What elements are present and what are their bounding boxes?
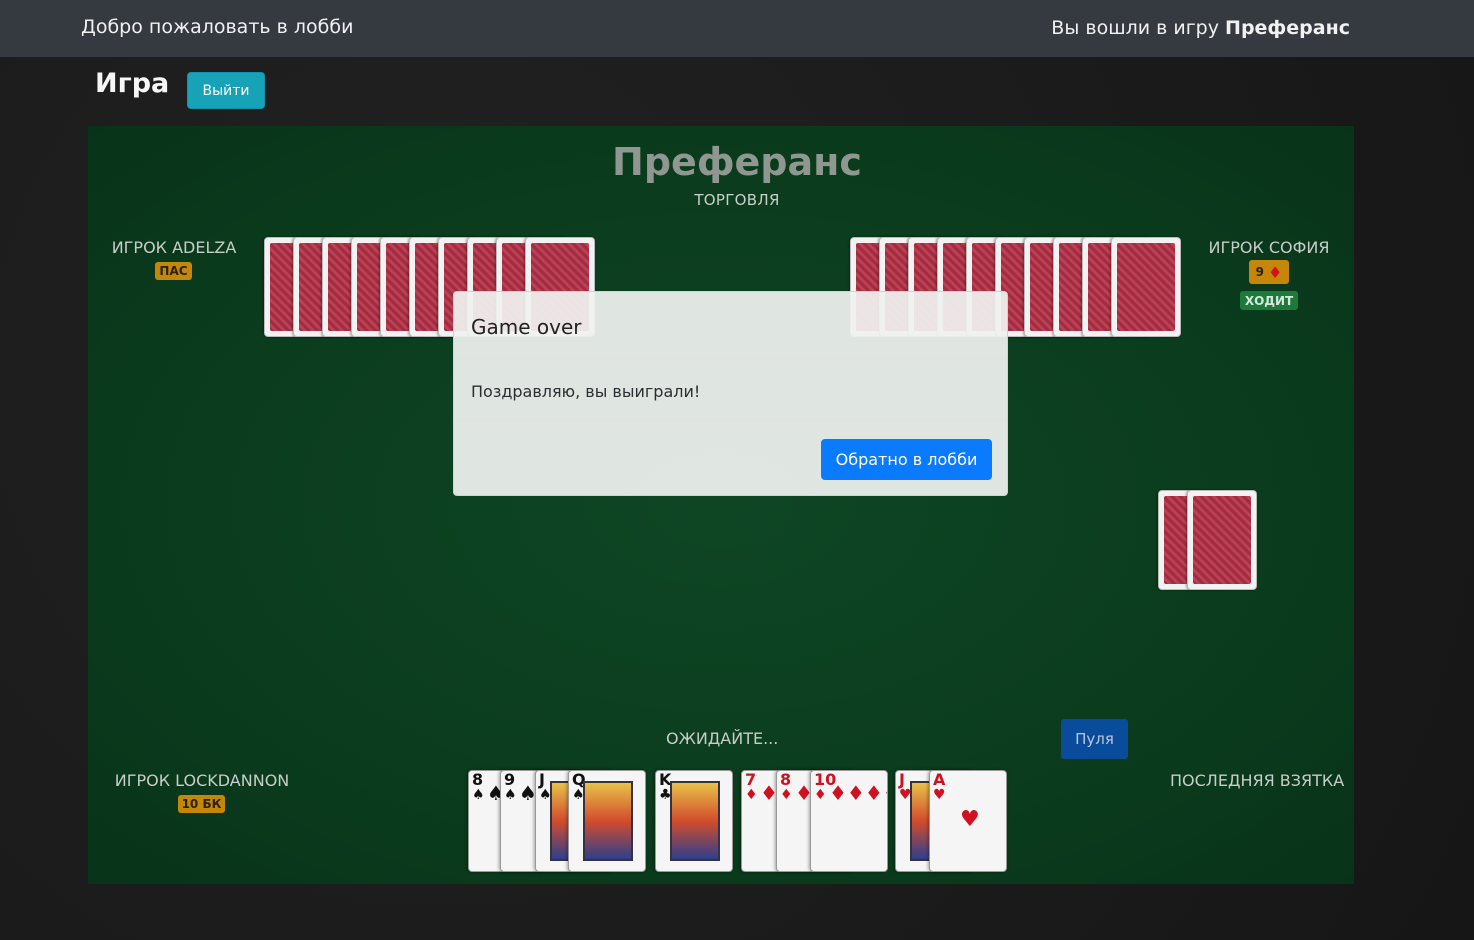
card-pips-icon: ♥	[960, 807, 980, 832]
player-left-bid-badge: ПАС	[155, 262, 192, 280]
top-navbar: Добро пожаловать в лобби Вы вошли в игру…	[0, 0, 1474, 57]
back-to-lobby-button[interactable]: Обратно в лобби	[821, 439, 992, 480]
page-title: Игра	[95, 68, 170, 99]
welcome-text: Добро пожаловать в лобби	[81, 16, 354, 38]
card-rank: 7	[745, 770, 757, 789]
game-title: Преферанс	[612, 140, 862, 184]
bid-number: 9	[1255, 265, 1264, 279]
card-suit-icon: ♦	[780, 787, 793, 803]
joined-prefix: Вы вошли в игру	[1051, 17, 1219, 39]
card-back	[1111, 237, 1181, 337]
game-over-modal: Game over Поздравляю, вы выиграли! Обрат…	[453, 291, 1008, 496]
player-name-left: ИГРОК ADELZA	[111, 238, 237, 257]
card-suit-icon: ♠	[504, 787, 517, 803]
last-trick-label: ПОСЛЕДНЯЯ ВЗЯТКА	[1170, 771, 1345, 790]
joined-game-name: Преферанс	[1225, 17, 1350, 39]
game-phase: ТОРГОВЛЯ	[694, 191, 780, 209]
card-rank: 9	[504, 770, 516, 789]
modal-divider	[454, 358, 1007, 359]
hand-card[interactable]: A ♥ ♥	[929, 770, 1007, 872]
modal-message: Поздравляю, вы выиграли!	[471, 382, 701, 401]
hand-card[interactable]: Q ♠	[568, 770, 646, 872]
modal-title: Game over	[471, 315, 582, 339]
card-suit-icon: ♥	[933, 787, 946, 803]
modal-divider	[454, 420, 1007, 421]
court-card-art	[583, 781, 633, 861]
player-name-right: ИГРОК СОФИЯ	[1208, 238, 1330, 257]
card-rank: J	[899, 770, 905, 789]
player-name-bottom: ИГРОК LOCKDANNON	[114, 771, 290, 790]
player-right-bid-badge: 9 ♦	[1249, 260, 1289, 284]
joined-game-text: Вы вошли в игру Преферанс	[1051, 17, 1350, 39]
diamond-suit-icon: ♦	[1268, 262, 1283, 282]
hand-card[interactable]: K ♣	[655, 770, 733, 872]
player-bottom-bid-badge: 10 БК	[178, 795, 225, 813]
card-pips-icon: ♦♦♦♦♦♦♦♦♦♦	[829, 781, 887, 805]
card-rank: 8	[780, 770, 792, 789]
pula-button[interactable]: Пуля	[1061, 719, 1128, 759]
card-suit-icon: ♠	[472, 787, 485, 803]
waiting-text: ОЖИДАЙТЕ...	[666, 729, 779, 748]
card-rank: A	[933, 770, 946, 789]
card-rank: J	[539, 770, 545, 789]
card-suit-icon: ♦	[814, 787, 827, 803]
card-back	[1187, 490, 1257, 590]
card-suit-icon: ♦	[745, 787, 758, 803]
hand-card[interactable]: 10♦♦♦♦♦♦♦♦♦♦♦	[810, 770, 888, 872]
player-right-status-badge: ХОДИТ	[1240, 291, 1298, 310]
card-rank: 8	[472, 770, 484, 789]
exit-button[interactable]: Выйти	[187, 72, 265, 109]
court-card-art	[670, 781, 720, 861]
